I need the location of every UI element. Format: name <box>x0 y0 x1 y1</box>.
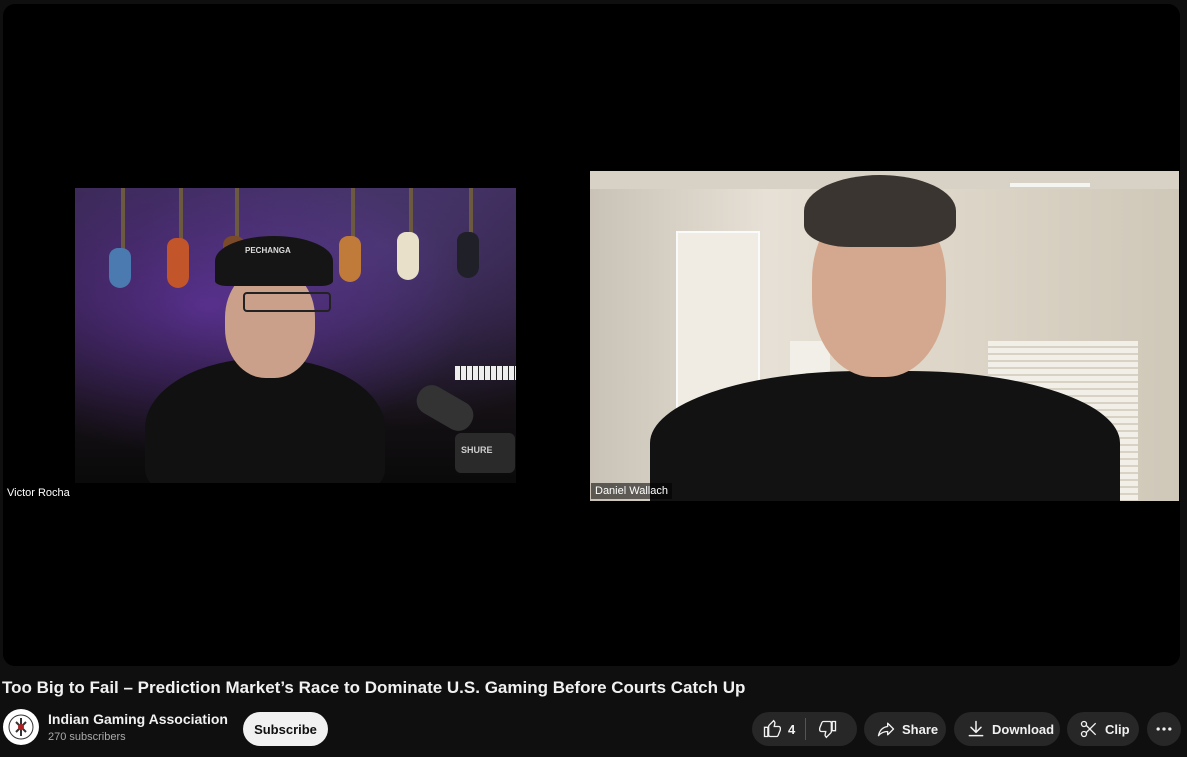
like-count: 4 <box>788 721 796 737</box>
guitar <box>339 236 361 282</box>
guitar <box>109 248 131 288</box>
dislike-button[interactable] <box>806 712 850 746</box>
download-label: Download <box>992 721 1055 737</box>
share-label: Share <box>902 721 939 737</box>
mic-brand: SHURE <box>461 445 493 455</box>
participant-name-right: Daniel Wallach <box>591 483 672 499</box>
like-button[interactable]: 4 <box>752 712 805 746</box>
glasses <box>243 292 331 312</box>
channel-logo-icon <box>8 714 34 740</box>
thumbs-down-icon <box>819 720 837 739</box>
channel-name[interactable]: Indian Gaming Association <box>48 711 228 727</box>
clip-label: Clip <box>1105 721 1130 737</box>
video-player[interactable]: PECHANGA SHURE Victor Rocha Daniel Walla… <box>3 4 1180 666</box>
cap: PECHANGA <box>215 236 333 286</box>
like-dislike-group: 4 <box>752 712 857 746</box>
subscriber-count: 270 subscribers <box>48 731 126 743</box>
share-icon <box>877 722 895 737</box>
download-button[interactable]: Download <box>954 712 1060 746</box>
more-actions-button[interactable] <box>1147 712 1181 746</box>
download-icon <box>968 720 984 737</box>
subscribe-button[interactable]: Subscribe <box>243 712 328 746</box>
keyboard <box>455 366 516 380</box>
thumbs-up-icon <box>763 719 781 738</box>
guitar-neck <box>469 188 473 238</box>
person-body <box>650 371 1120 501</box>
cap-text: PECHANGA <box>245 246 291 255</box>
microphone <box>411 380 479 436</box>
mic-stand: SHURE <box>455 433 515 473</box>
hair <box>804 175 956 247</box>
guitar <box>397 232 419 280</box>
ceiling-light <box>1010 183 1090 187</box>
participant-tile-left: PECHANGA SHURE <box>75 188 516 483</box>
video-title: Too Big to Fail – Prediction Market’s Ra… <box>2 678 746 697</box>
scissors-icon <box>1080 720 1097 738</box>
clip-button[interactable]: Clip <box>1067 712 1139 746</box>
guitar-neck <box>409 188 413 238</box>
participant-tile-right <box>590 171 1179 501</box>
guitar-neck <box>351 188 355 243</box>
share-button[interactable]: Share <box>864 712 946 746</box>
guitar-neck <box>235 188 239 243</box>
guitar <box>457 232 479 278</box>
channel-avatar[interactable] <box>3 709 39 745</box>
participant-name-left: Victor Rocha <box>7 487 70 499</box>
guitar <box>167 238 189 288</box>
more-horizontal-icon <box>1156 727 1172 731</box>
